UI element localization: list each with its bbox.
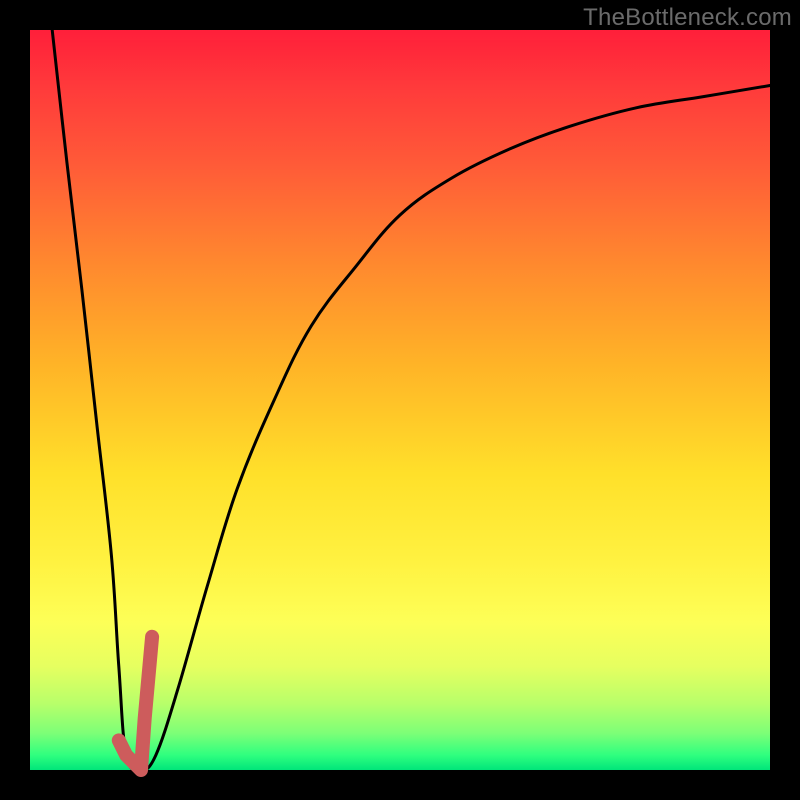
watermark-text: TheBottleneck.com — [583, 4, 792, 32]
curve-layer — [30, 30, 770, 770]
bottleneck-curve — [52, 30, 770, 770]
plot-area — [30, 30, 770, 770]
chart-frame: TheBottleneck.com — [0, 0, 800, 800]
highlight-segment — [119, 637, 152, 770]
